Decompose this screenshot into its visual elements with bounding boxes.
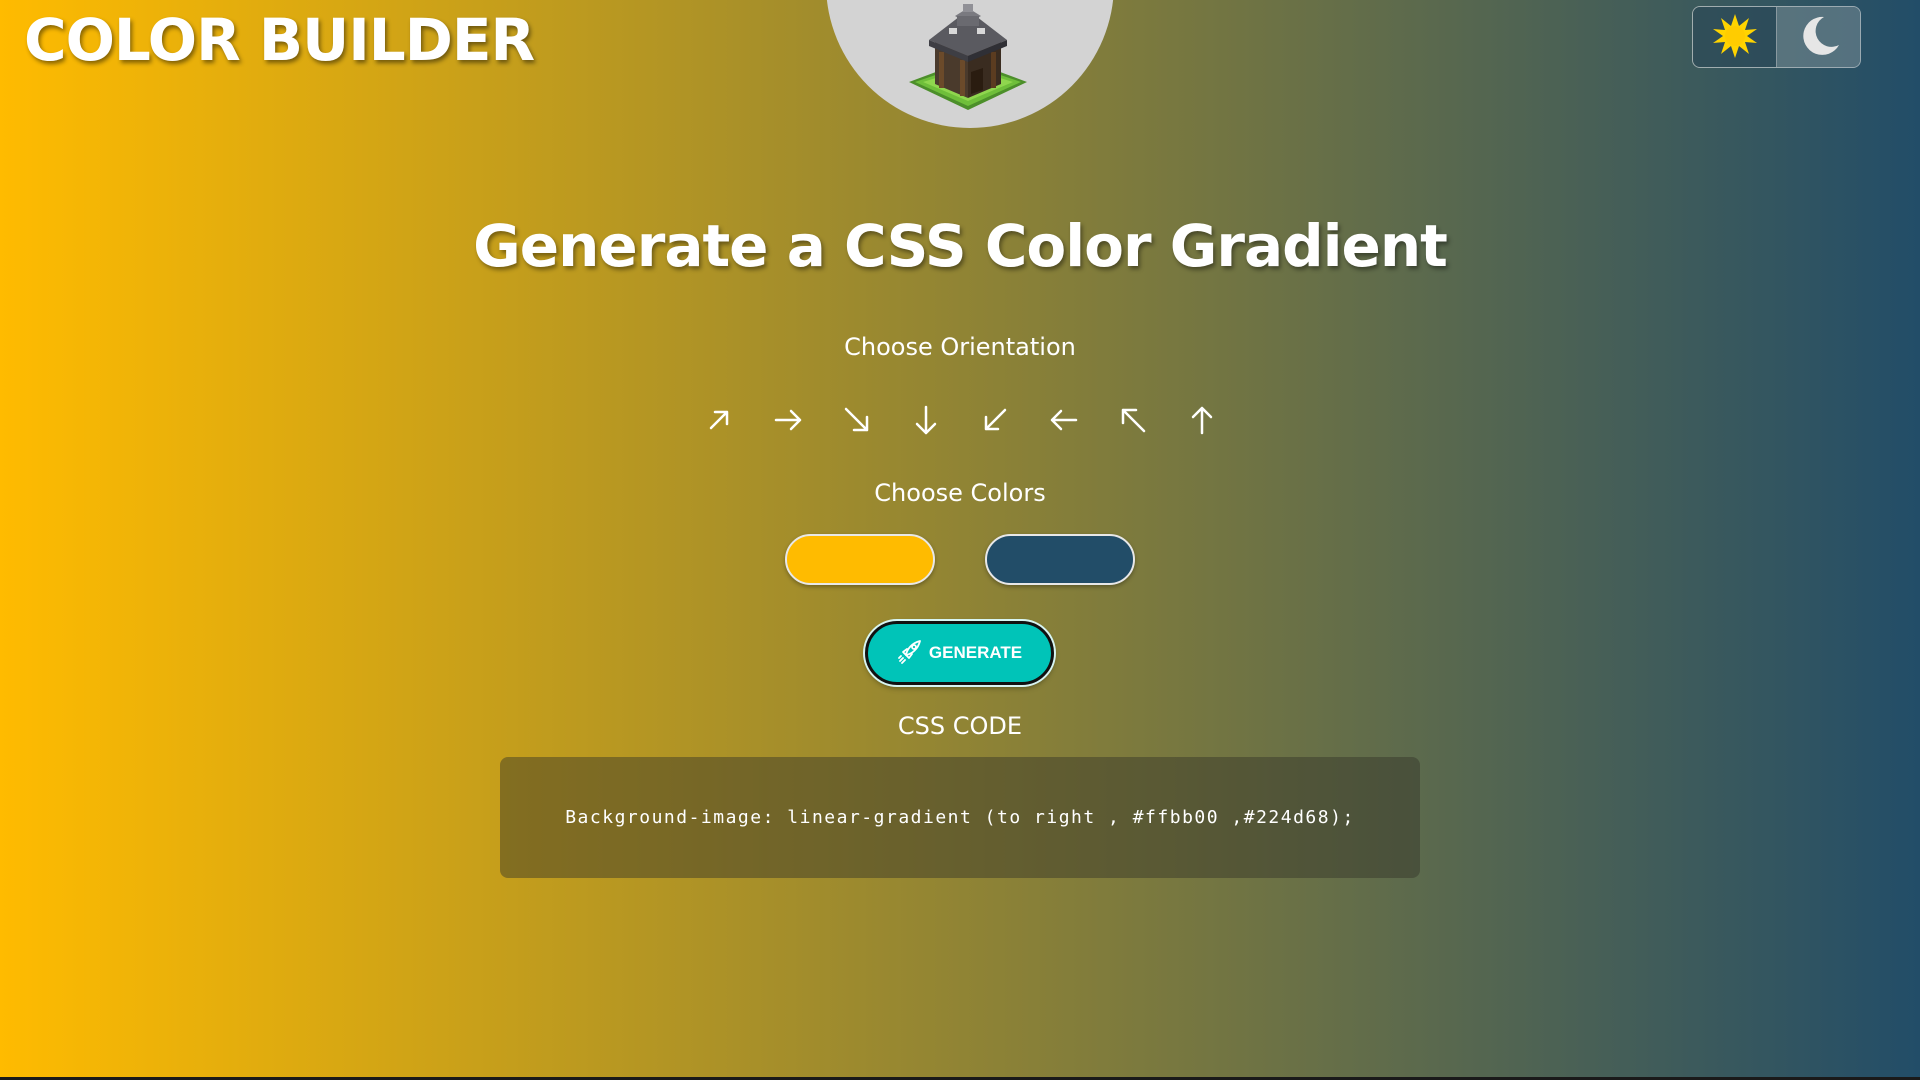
color-picker-2[interactable] (985, 534, 1135, 585)
generate-label: GENERATE (928, 643, 1023, 662)
arrow-down-left-icon (980, 405, 1010, 438)
orient-right-button[interactable] (768, 400, 807, 442)
town-hall-building-logo[interactable] (905, 2, 1031, 118)
brand-title: COLOR BUILDER (24, 6, 535, 74)
arrow-up-icon (1187, 405, 1217, 438)
arrow-down-right-icon (842, 405, 872, 438)
orient-bottom-left-button[interactable] (975, 400, 1014, 442)
generate-button[interactable]: GENERATE (865, 621, 1054, 685)
arrow-right-icon (773, 405, 803, 438)
orient-bottom-button[interactable] (906, 400, 945, 442)
theme-toggle (1692, 6, 1861, 68)
css-code-label: CSS CODE (897, 712, 1023, 740)
orient-bottom-right-button[interactable] (837, 400, 876, 442)
page-headline: Generate a CSS Color Gradient (473, 212, 1448, 280)
orient-left-button[interactable] (1044, 400, 1083, 442)
css-code-text: Background-image: linear-gradient (to ri… (565, 807, 1355, 828)
rocket-icon (897, 638, 923, 669)
moon-icon (1796, 13, 1842, 62)
css-code-output: Background-image: linear-gradient (to ri… (500, 757, 1420, 878)
orient-top-left-button[interactable] (1113, 400, 1152, 442)
gradient-background: COLOR BUILDER Generate a CSS Color Gradi… (0, 0, 1920, 1077)
color-picker-1[interactable] (785, 534, 935, 585)
orient-top-button[interactable] (1182, 400, 1221, 442)
dark-mode-button[interactable] (1777, 7, 1860, 67)
orient-top-right-button[interactable] (699, 400, 738, 442)
arrow-left-icon (1049, 405, 1079, 438)
orientation-selector (0, 400, 1920, 442)
arrow-up-left-icon (1118, 405, 1148, 438)
arrow-up-right-icon (704, 405, 734, 438)
sun-icon (1712, 13, 1758, 62)
light-mode-button[interactable] (1693, 7, 1777, 67)
colors-label: Choose Colors (874, 479, 1046, 507)
arrow-down-icon (911, 405, 941, 438)
orientation-label: Choose Orientation (844, 333, 1076, 361)
